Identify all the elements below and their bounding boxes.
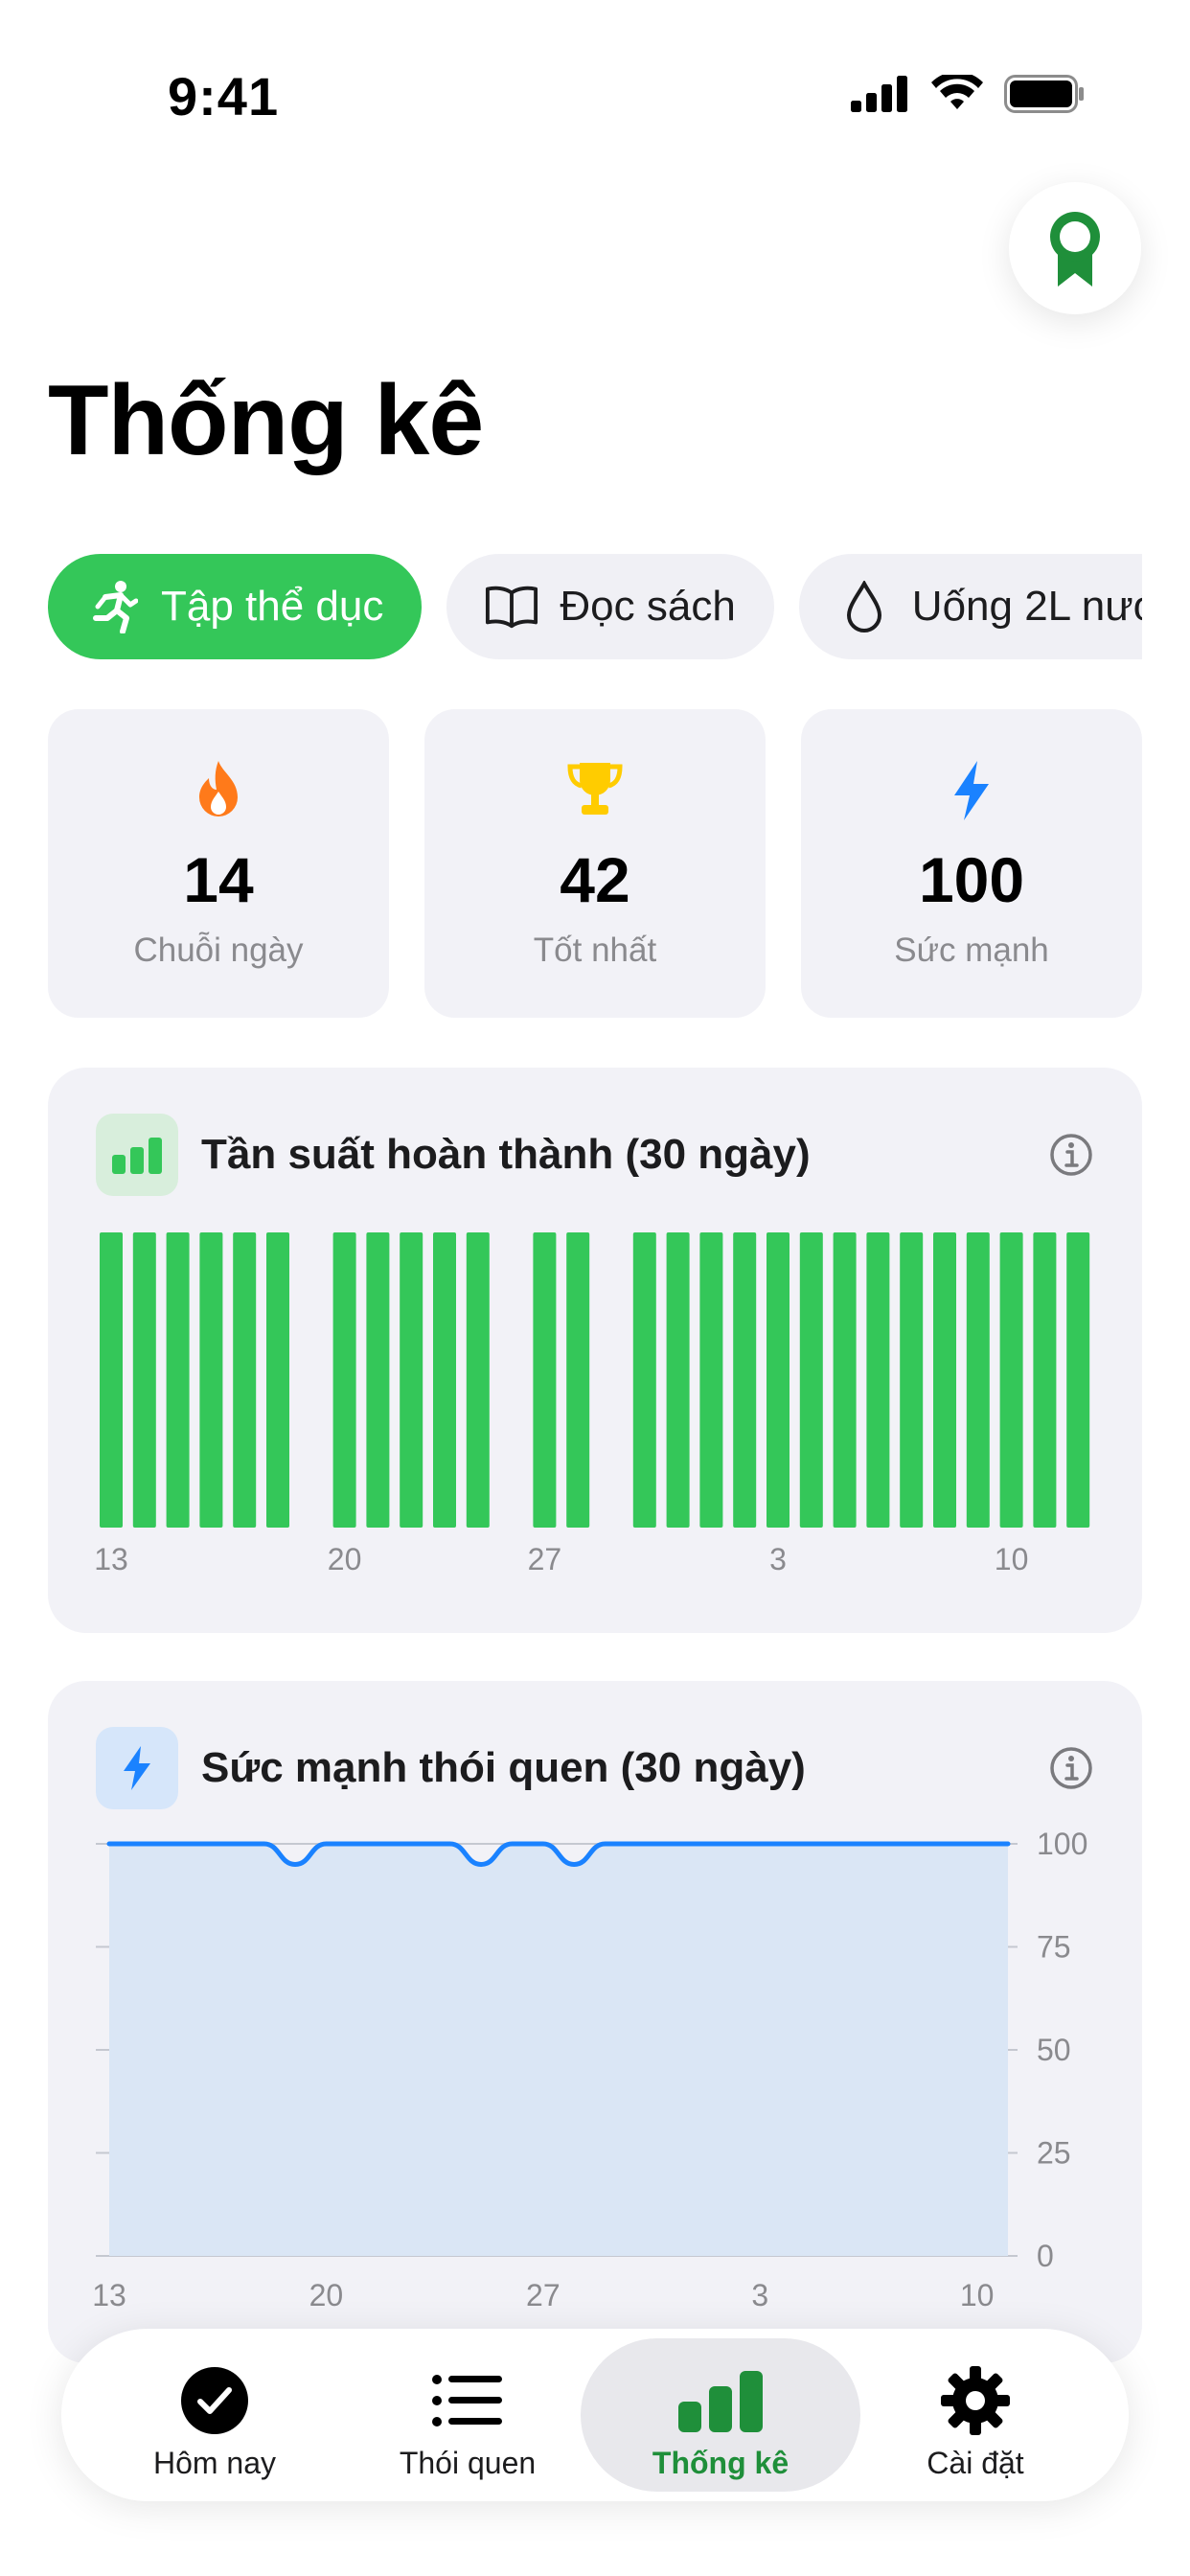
- frequency-bar: [966, 1232, 990, 1528]
- frequency-bar: [999, 1232, 1023, 1528]
- tab-habits[interactable]: Thói quen: [341, 2338, 594, 2492]
- status-time: 9:41: [168, 66, 280, 126]
- running-icon: [86, 580, 140, 633]
- strength-area-chart: 0 25 50 75 100 13 20 27 3 10: [92, 1827, 1087, 2312]
- frequency-bar: [933, 1232, 956, 1528]
- frequency-bar: [132, 1232, 156, 1528]
- tab-label: Thói quen: [399, 2446, 537, 2480]
- status-icons: [851, 75, 1085, 113]
- frequency-bar: [199, 1232, 223, 1528]
- check-circle-icon: [88, 2365, 341, 2436]
- frequency-bar: [666, 1232, 690, 1528]
- stat-value: 14: [183, 844, 254, 915]
- frequency-bar: [767, 1232, 790, 1528]
- bar-chart-icon: [581, 2365, 860, 2436]
- wifi-icon: [931, 75, 983, 109]
- tab-statistics[interactable]: Thống kê: [581, 2338, 860, 2492]
- y-tick-label: 100: [1037, 1827, 1087, 1861]
- strength-area-fill: [109, 1844, 1008, 2256]
- trophy-icon: [424, 759, 766, 826]
- x-tick-label: 13: [94, 1542, 128, 1576]
- water-drop-icon: [837, 580, 891, 633]
- stat-card-streak: 14 Chuỗi ngày: [48, 709, 389, 1018]
- achievements-button[interactable]: [1009, 182, 1141, 314]
- frequency-bar: [332, 1232, 356, 1528]
- frequency-bar: [1066, 1232, 1090, 1528]
- frequency-bar-chart: 13 20 27 3 10: [94, 1232, 1090, 1576]
- chip-label: Đọc sách: [560, 583, 736, 630]
- x-tick-label: 3: [769, 1542, 787, 1576]
- frequency-chart-card: Tần suất hoàn thành (30 ngày) 13 20 27 3 10: [48, 1068, 1142, 1633]
- x-tick-label: 27: [526, 2278, 561, 2312]
- frequency-bar: [733, 1232, 757, 1528]
- y-tick-label: 0: [1037, 2239, 1054, 2273]
- frequency-bar: [866, 1232, 890, 1528]
- x-tick-label: 20: [309, 2278, 344, 2312]
- chip-exercise[interactable]: Tập thể dục: [48, 554, 423, 659]
- tab-label: Hôm nay: [152, 2446, 277, 2480]
- page-title: Thống kê: [48, 365, 484, 476]
- frequency-bar: [266, 1232, 289, 1528]
- chip-water[interactable]: Uống 2L nước: [798, 554, 1142, 659]
- y-tick-label: 25: [1037, 2136, 1071, 2171]
- x-tick-label: 10: [960, 2278, 995, 2312]
- habit-filter-chips: Tập thể dục Đọc sách Uống 2L nước: [48, 554, 1142, 659]
- frequency-bar: [166, 1232, 190, 1528]
- frequency-bar: [699, 1232, 723, 1528]
- y-tick-label: 75: [1037, 1930, 1071, 1965]
- stat-label: Tốt nhất: [533, 932, 657, 969]
- tab-settings[interactable]: Cài đặt: [849, 2338, 1102, 2492]
- book-icon: [485, 580, 538, 633]
- x-tick-label: 20: [328, 1542, 362, 1576]
- tab-label: Cài đặt: [927, 2446, 1024, 2480]
- chip-reading[interactable]: Đọc sách: [446, 554, 774, 659]
- stat-card-best: 42 Tốt nhất: [424, 709, 766, 1018]
- frequency-bar: [233, 1232, 257, 1528]
- frequency-bar: [433, 1232, 456, 1528]
- frequency-bar: [833, 1232, 857, 1528]
- x-tick-label: 13: [92, 2278, 126, 2312]
- frequency-bar: [632, 1232, 656, 1528]
- bolt-icon: [801, 759, 1142, 826]
- stat-value: 42: [560, 844, 630, 915]
- frequency-bar: [900, 1232, 924, 1528]
- tab-label: Thống kê: [652, 2446, 790, 2480]
- gear-icon: [849, 2365, 1102, 2436]
- tab-today[interactable]: Hôm nay: [88, 2338, 341, 2492]
- frequency-bar: [400, 1232, 423, 1528]
- frequency-bar: [1033, 1232, 1057, 1528]
- status-bar: 9:41: [0, 0, 1190, 192]
- frequency-bar: [799, 1232, 823, 1528]
- battery-icon: [1004, 75, 1084, 113]
- frequency-bar: [366, 1232, 390, 1528]
- stat-value: 100: [918, 844, 1025, 915]
- stat-label: Chuỗi ngày: [133, 932, 304, 969]
- stat-label: Sức mạnh: [894, 932, 1049, 969]
- tab-bar: Hôm nay Thói quen Thống kê Cài đặt: [61, 2329, 1129, 2501]
- x-tick-label: 27: [528, 1542, 562, 1576]
- cellular-signal-icon: [851, 76, 907, 112]
- frequency-bar: [533, 1232, 557, 1528]
- x-tick-label: 10: [995, 1542, 1029, 1576]
- list-icon: [341, 2365, 594, 2436]
- stat-card-strength: 100 Sức mạnh: [801, 709, 1142, 1018]
- award-ribbon-icon: [1050, 212, 1100, 287]
- frequency-bar: [466, 1232, 490, 1528]
- y-tick-label: 50: [1037, 2033, 1071, 2067]
- x-tick-label: 3: [751, 2278, 768, 2312]
- strength-chart-card: Sức mạnh thói quen (30 ngày) 0 25 50 75 100 1…: [48, 1681, 1142, 2363]
- chip-label: Uống 2L nước: [911, 583, 1142, 630]
- frequency-bar: [566, 1232, 590, 1528]
- flame-icon: [48, 759, 389, 826]
- frequency-bar: [100, 1232, 123, 1528]
- chip-label: Tập thể dục: [161, 583, 384, 630]
